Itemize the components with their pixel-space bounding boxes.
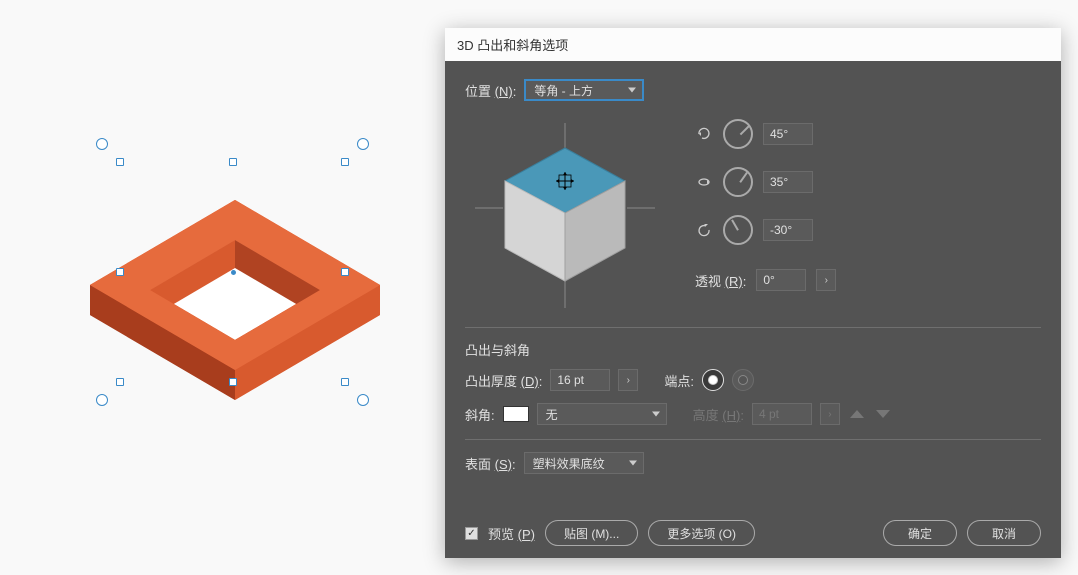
selection-handle[interactable] bbox=[341, 158, 349, 166]
selection-handle[interactable] bbox=[116, 158, 124, 166]
perspective-stepper[interactable]: › bbox=[816, 269, 836, 291]
bevel-swatch bbox=[503, 406, 529, 422]
rotate-y-input[interactable]: 35° bbox=[763, 171, 813, 193]
rotate-z-dial[interactable] bbox=[723, 215, 753, 245]
map-art-button[interactable]: 贴图 (M)... bbox=[545, 520, 638, 546]
3d-extrude-bevel-dialog: 3D 凸出和斜角选项 位置 (N): 等角 - 上方 bbox=[445, 28, 1061, 558]
cap-label: 端点: bbox=[664, 371, 694, 390]
selection-bounding-box[interactable] bbox=[120, 162, 345, 382]
selection-center bbox=[231, 270, 236, 275]
extrude-depth-input[interactable]: 16 pt bbox=[550, 369, 610, 391]
extrude-depth-stepper[interactable]: › bbox=[618, 369, 638, 391]
canvas-area bbox=[50, 150, 370, 430]
position-label: 位置 (N): bbox=[465, 81, 516, 100]
cancel-button[interactable]: 取消 bbox=[967, 520, 1041, 546]
extrude-depth-label: 凸出厚度 (D): bbox=[465, 371, 542, 390]
position-select[interactable]: 等角 - 上方 bbox=[524, 79, 644, 101]
bevel-height-stepper: › bbox=[820, 403, 840, 425]
perspective-label: 透视 (R): bbox=[695, 271, 746, 290]
divider bbox=[465, 439, 1041, 440]
rotate-z-icon bbox=[695, 221, 713, 239]
perspective-input[interactable]: 0° bbox=[756, 269, 806, 291]
bevel-select[interactable]: 无 bbox=[537, 403, 667, 425]
selection-handle[interactable] bbox=[341, 378, 349, 386]
cap-on-toggle[interactable] bbox=[702, 369, 724, 391]
selection-handle[interactable] bbox=[116, 268, 124, 276]
bevel-height-input: 4 pt bbox=[752, 403, 812, 425]
cap-off-toggle[interactable] bbox=[732, 369, 754, 391]
bevel-extent-in-icon bbox=[848, 406, 866, 422]
selection-handle[interactable] bbox=[116, 378, 124, 386]
extrude-bevel-title: 凸出与斜角 bbox=[465, 340, 1041, 359]
selection-handle[interactable] bbox=[229, 378, 237, 386]
surface-label: 表面 (S): bbox=[465, 454, 516, 473]
surface-select[interactable]: 塑料效果底纹 bbox=[524, 452, 644, 474]
ok-button[interactable]: 确定 bbox=[883, 520, 957, 546]
selection-handle[interactable] bbox=[229, 158, 237, 166]
more-options-button[interactable]: 更多选项 (O) bbox=[648, 520, 755, 546]
bevel-height-label: 高度 (H): bbox=[693, 405, 744, 424]
selection-handle[interactable] bbox=[341, 268, 349, 276]
rotate-x-icon bbox=[695, 125, 713, 143]
rotate-y-icon bbox=[695, 173, 713, 191]
rotate-z-input[interactable]: -30° bbox=[763, 219, 813, 241]
rotate-y-dial[interactable] bbox=[723, 167, 753, 197]
preview-checkbox[interactable]: ✓ bbox=[465, 527, 478, 540]
rotate-x-input[interactable]: 45° bbox=[763, 123, 813, 145]
dialog-title: 3D 凸出和斜角选项 bbox=[457, 35, 568, 54]
rotation-cube-widget[interactable] bbox=[465, 113, 665, 313]
divider bbox=[465, 327, 1041, 328]
preview-label: 预览 (P) bbox=[488, 524, 535, 543]
rotate-x-dial[interactable] bbox=[723, 119, 753, 149]
bevel-extent-out-icon bbox=[874, 406, 892, 422]
bevel-label: 斜角: bbox=[465, 405, 495, 424]
dialog-titlebar[interactable]: 3D 凸出和斜角选项 bbox=[445, 28, 1061, 61]
